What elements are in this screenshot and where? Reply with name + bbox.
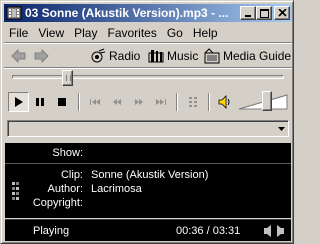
media-player-window: 03 Sonne (Akustik Version).mp3 - ... Fil… bbox=[0, 0, 294, 244]
navigation-toolbar: Radio Music Media Guide bbox=[4, 45, 292, 67]
menu-help[interactable]: Help bbox=[188, 24, 223, 42]
show-label: Show: bbox=[52, 147, 83, 159]
previous-track-button[interactable] bbox=[84, 92, 105, 112]
toolbar-separator bbox=[4, 67, 292, 69]
seek-thumb[interactable] bbox=[61, 70, 73, 86]
menu-file[interactable]: File bbox=[4, 24, 33, 42]
menu-play[interactable]: Play bbox=[69, 24, 102, 42]
music-link[interactable]: Music bbox=[148, 47, 198, 65]
maximize-icon bbox=[259, 8, 269, 18]
music-label: Music bbox=[167, 49, 199, 63]
music-icon bbox=[148, 48, 164, 64]
next-track-icon bbox=[155, 99, 166, 105]
status-bar: Playing 00:36 / 03:31 bbox=[5, 219, 291, 241]
fast-forward-icon bbox=[134, 99, 143, 105]
chevron-down-icon[interactable] bbox=[274, 121, 288, 136]
clip-row: Clip: Sonne (Akustik Version) bbox=[5, 169, 291, 182]
playback-status: Playing bbox=[33, 225, 70, 237]
media-guide-link[interactable]: Media Guide bbox=[204, 47, 291, 65]
window-title: 03 Sonne (Akustik Version).mp3 - ... bbox=[25, 6, 229, 20]
menu-bar: File View Play Favorites Go Help bbox=[4, 23, 223, 42]
app-icon bbox=[6, 6, 22, 20]
mute-button[interactable] bbox=[214, 92, 235, 112]
menu-go[interactable]: Go bbox=[162, 24, 188, 42]
media-guide-icon bbox=[204, 48, 220, 64]
minimize-icon bbox=[245, 15, 251, 17]
title-bar[interactable]: 03 Sonne (Akustik Version).mp3 - ... bbox=[4, 4, 292, 22]
media-guide-label: Media Guide bbox=[223, 49, 292, 63]
copyright-row: Copyright: bbox=[5, 197, 291, 210]
fast-forward-button[interactable] bbox=[128, 92, 149, 112]
speaker-icon bbox=[218, 95, 229, 109]
close-icon bbox=[277, 9, 287, 17]
next-track-button[interactable] bbox=[150, 92, 171, 112]
clip-label: Clip: bbox=[60, 169, 83, 181]
elapsed-time: 00:36 / 03:31 bbox=[176, 225, 241, 237]
volume-thumb[interactable] bbox=[262, 91, 272, 111]
close-button[interactable] bbox=[274, 6, 290, 20]
stop-icon bbox=[57, 98, 66, 106]
pause-button[interactable] bbox=[29, 92, 50, 112]
author-value: Lacrimosa bbox=[91, 183, 142, 195]
clip-value: Sonne (Akustik Version) bbox=[91, 169, 209, 181]
transport-controls bbox=[4, 91, 292, 115]
forward-arrow-icon[interactable] bbox=[32, 48, 50, 64]
radio-label: Radio bbox=[109, 49, 141, 63]
pause-icon bbox=[35, 98, 44, 106]
play-button[interactable] bbox=[8, 92, 29, 112]
stereo-icon bbox=[263, 224, 285, 238]
presentation-dropdown[interactable] bbox=[7, 120, 289, 137]
back-arrow-icon[interactable] bbox=[10, 48, 28, 64]
menu-view[interactable]: View bbox=[33, 24, 69, 42]
copyright-label: Copyright: bbox=[32, 197, 83, 209]
clip-info-panel: Show: Clip: Sonne (Akustik Version) Auth… bbox=[5, 143, 291, 218]
transport-separator-3 bbox=[208, 93, 210, 111]
show-row: Show: bbox=[5, 147, 291, 160]
maximize-button[interactable] bbox=[256, 6, 272, 20]
stop-button[interactable] bbox=[51, 92, 72, 112]
menu-favorites[interactable]: Favorites bbox=[102, 24, 161, 42]
playlist-icon bbox=[188, 97, 197, 107]
info-divider bbox=[5, 163, 291, 164]
menu-separator bbox=[4, 42, 292, 44]
rewind-button[interactable] bbox=[106, 92, 127, 112]
author-row: Author: Lacrimosa bbox=[5, 183, 291, 196]
minimize-button[interactable] bbox=[240, 6, 256, 20]
radio-link[interactable]: Radio bbox=[90, 47, 140, 65]
transport-separator-2 bbox=[176, 93, 178, 111]
radio-icon bbox=[90, 48, 106, 64]
previous-track-icon bbox=[89, 99, 100, 105]
play-icon bbox=[14, 97, 23, 107]
rewind-icon bbox=[112, 99, 121, 105]
playlist-button[interactable] bbox=[182, 92, 203, 112]
seek-bar[interactable] bbox=[12, 75, 284, 79]
author-label: Author: bbox=[47, 183, 83, 195]
transport-separator bbox=[78, 93, 80, 111]
